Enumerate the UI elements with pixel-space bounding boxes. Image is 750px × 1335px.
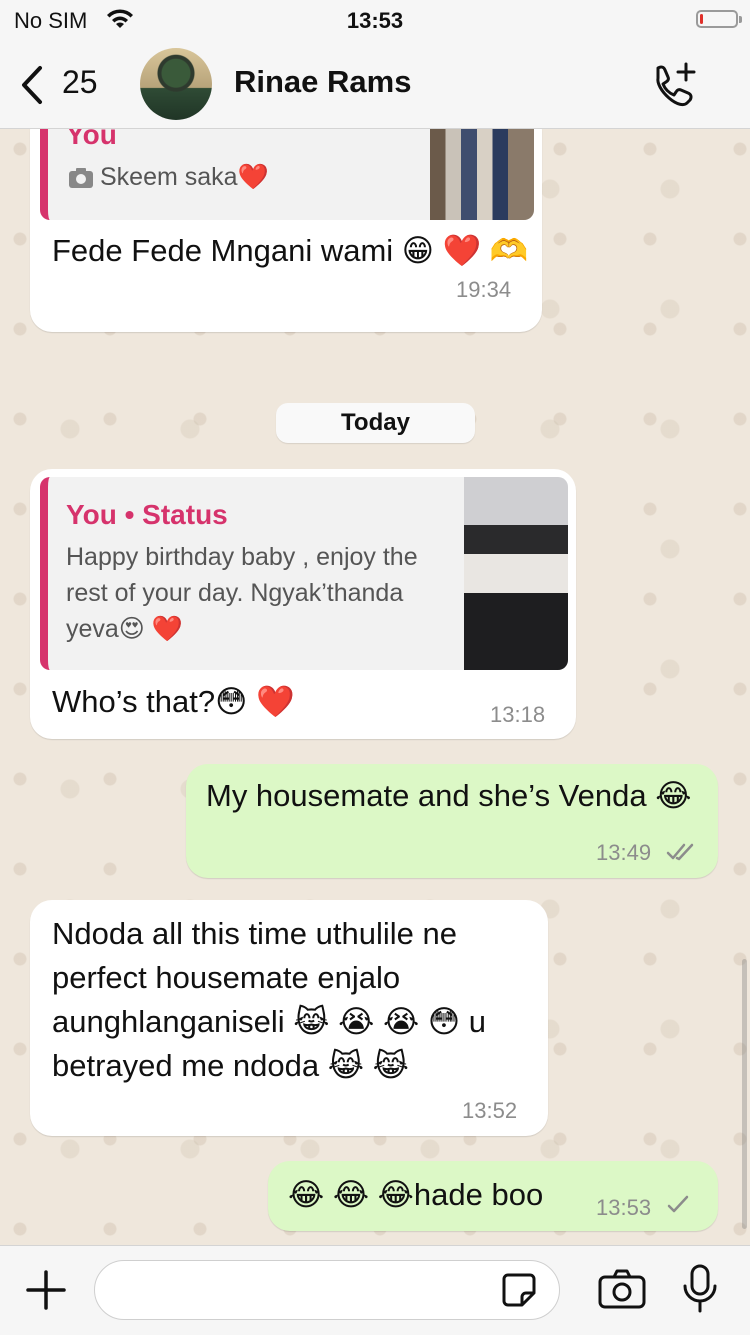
quote-author: You (66, 129, 117, 150)
sticker-icon[interactable] (500, 1271, 538, 1309)
chat-header: 25 Rinae Rams (0, 42, 750, 129)
contact-name[interactable]: Rinae Rams (234, 64, 411, 100)
incoming-message[interactable]: You • Status Happy birthday baby , enjoy… (30, 469, 576, 739)
sent-check-icon (667, 1195, 689, 1213)
message-text: 😂 😂 😂hade boo (288, 1177, 544, 1212)
add-call-icon[interactable] (648, 60, 698, 110)
battery-level (700, 14, 703, 24)
message-text: Ndoda all this time uthulile ne perfect … (52, 916, 486, 1083)
quote-text: Skeem saka❤️ (100, 163, 269, 191)
back-chevron-icon[interactable] (14, 62, 48, 108)
status-bar: No SIM 13:53 (0, 0, 750, 42)
attach-plus-icon[interactable] (24, 1268, 68, 1312)
outgoing-message[interactable]: 😂 😂 😂hade boo 13:53 (268, 1161, 718, 1231)
message-time: 13:52 (462, 1098, 518, 1123)
incoming-message[interactable]: Ndoda all this time uthulile ne perfect … (30, 900, 548, 1136)
message-time: 13:18 (490, 702, 546, 727)
composer-bar (0, 1245, 750, 1335)
message-text: My housemate and she’s Venda 😂 (206, 778, 692, 813)
message-time: 13:49 (596, 840, 652, 865)
clock: 13:53 (346, 8, 404, 33)
battery-icon (696, 10, 742, 28)
camera-icon[interactable] (598, 1268, 646, 1310)
quoted-message[interactable]: You Skeem saka❤️ (40, 129, 534, 220)
scrollbar[interactable] (742, 959, 747, 1229)
quoted-status[interactable]: You • Status Happy birthday baby , enjoy… (40, 477, 568, 670)
microphone-icon[interactable] (682, 1264, 718, 1314)
quote-thumbnail (430, 129, 534, 220)
status-thumbnail (464, 477, 568, 670)
message-input[interactable] (94, 1260, 560, 1320)
camera-icon (69, 168, 93, 188)
message-time: 13:53 (596, 1195, 652, 1220)
message-text: Who’s that?😳 ❤️ (52, 684, 295, 719)
quote-author: You • Status (66, 499, 228, 530)
chat-thread[interactable]: You Skeem saka❤️ Fede Fede Mngani wami 😁… (0, 129, 750, 1245)
contact-avatar[interactable] (140, 48, 212, 120)
quote-text: Happy birthday baby , enjoy the rest of … (66, 543, 418, 643)
date-separator: Today (276, 403, 475, 443)
unread-chats-count[interactable]: 25 (62, 64, 98, 101)
read-double-check-icon (666, 843, 694, 861)
outgoing-message[interactable]: My housemate and she’s Venda 😂 13:49 (186, 764, 718, 878)
message-text: Fede Fede Mngani wami 😁 ❤️ 🫶 (52, 233, 529, 268)
message-time: 19:34 (456, 277, 512, 302)
incoming-message[interactable]: You Skeem saka❤️ Fede Fede Mngani wami 😁… (30, 129, 542, 332)
